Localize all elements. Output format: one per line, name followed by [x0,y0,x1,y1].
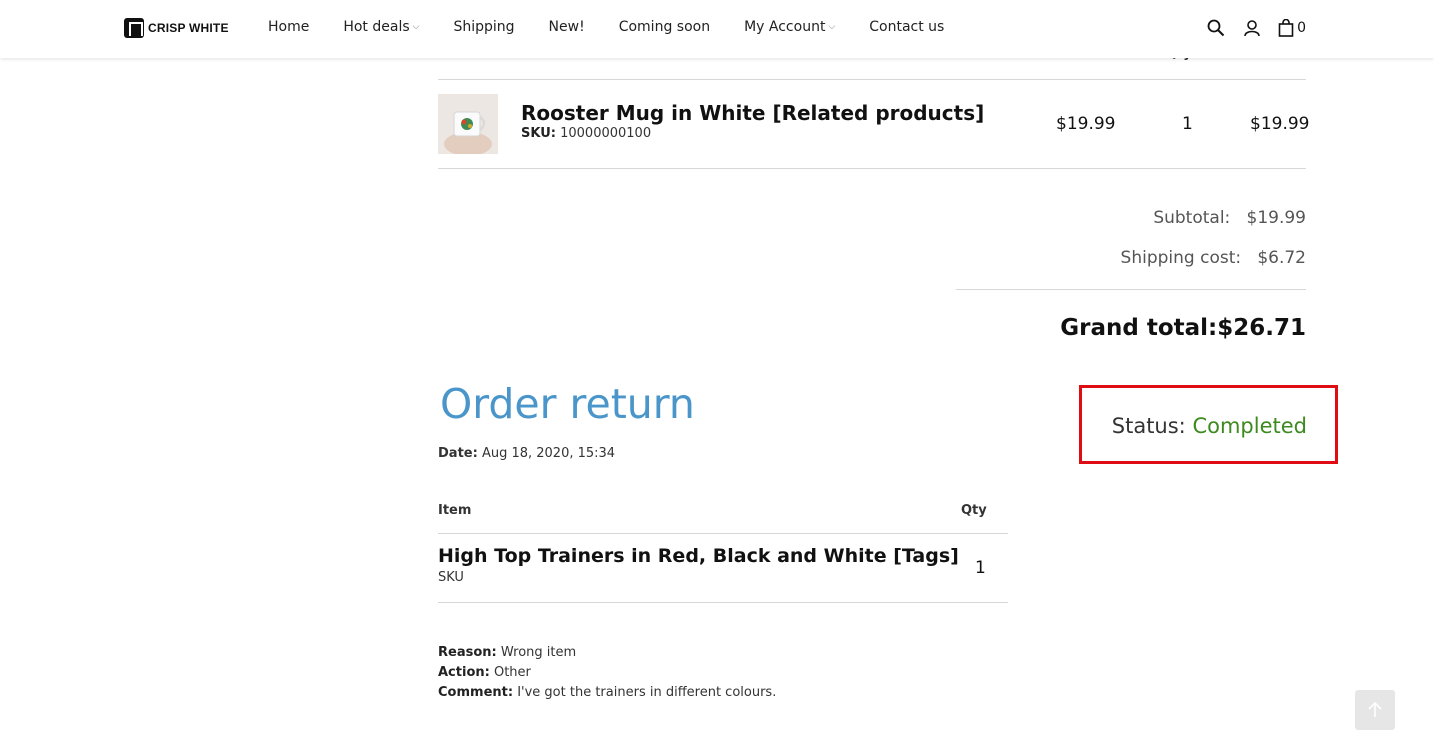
nav-my-account[interactable]: My Account ⌵ [744,19,835,35]
order-item-qty: 1 [1182,114,1193,134]
cart-button[interactable]: 0 [1278,18,1306,38]
user-icon[interactable] [1242,18,1262,38]
search-icon[interactable] [1206,18,1226,38]
sku-label: SKU: [521,126,556,141]
sku-value: 10000000100 [560,126,652,141]
header-actions: 0 [1206,18,1306,38]
nav-label: Hot deals [343,19,410,35]
return-reason: Reason: Wrong item [438,645,576,660]
action-label: Action: [438,665,490,680]
status-value: Completed [1192,414,1307,438]
order-item-sku: SKU: 10000000100 [521,126,651,141]
return-action: Action: Other [438,665,531,680]
return-col-qty: Qty [961,503,987,518]
product-thumbnail[interactable] [438,94,498,154]
grand-total-label: Grand total: [1060,315,1218,341]
order-item-total: $19.99 [1250,114,1310,134]
divider [438,168,1306,169]
order-item-name[interactable]: Rooster Mug in White [Related products] [521,101,984,125]
bag-icon [1278,19,1294,37]
nav-new[interactable]: New! [549,19,585,35]
date-value: Aug 18, 2020, 15:34 [481,446,616,461]
reason-value: Wrong item [500,645,577,660]
logo[interactable]: CRISP WHITE [124,18,229,38]
nav-label: Home [268,19,310,35]
nav-home[interactable]: Home [268,19,309,35]
status-label: Status: [1111,414,1186,438]
subtotal-value: $19.99 [1246,208,1306,228]
subtotal-label: Subtotal: [1153,208,1231,228]
reason-label: Reason: [438,645,497,660]
shipping-label: Shipping cost: [1120,248,1242,268]
status-highlight: Status: Completed [1079,385,1338,464]
shipping-value: $6.72 [1257,248,1306,268]
nav-coming-soon[interactable]: Coming soon [619,19,710,35]
logo-text: CRISP WHITE [148,21,229,35]
return-col-item: Item [438,503,472,518]
nav-shipping[interactable]: Shipping [453,19,514,35]
nav-label: Contact us [869,19,945,35]
scroll-to-top-button[interactable] [1355,690,1395,730]
chevron-down-icon: ⌵ [412,22,420,32]
logo-icon [124,18,144,38]
comment-label: Comment: [438,685,514,700]
nav-hot-deals[interactable]: Hot deals ⌵ [343,19,419,35]
date-label: Date: [438,446,478,461]
grand-total-value: $26.71 [1217,315,1306,341]
order-item-price: $19.99 [1056,114,1116,134]
return-status: Status: Completed [1112,414,1307,438]
return-comment: Comment: I've got the trainers in differ… [438,685,776,700]
nav-label: My Account [744,19,826,35]
subtotal-row: Subtotal: $19.99 [1153,208,1306,228]
divider [438,602,1008,603]
arrow-up-icon [1368,702,1382,717]
return-date: Date: Aug 18, 2020, 15:34 [438,446,615,461]
nav-contact-us[interactable]: Contact us [869,19,944,35]
shipping-row: Shipping cost: $6.72 [1121,248,1306,268]
section-title: Order return [440,380,695,428]
nav-label: Shipping [453,19,515,35]
nav-label: Coming soon [618,19,711,35]
return-item-qty: 1 [975,558,986,578]
site-header: CRISP WHITE Home Hot deals ⌵ Shipping New… [0,0,1434,58]
nav-label: New! [548,19,585,35]
return-item-sku: SKU [438,570,464,585]
return-item-name[interactable]: High Top Trainers in Red, Black and Whit… [438,545,959,567]
cart-count: 0 [1297,20,1306,36]
divider [438,533,1008,534]
divider [438,79,1306,80]
divider [956,289,1306,290]
chevron-down-icon: ⌵ [828,22,836,32]
main-nav: Home Hot deals ⌵ Shipping New! Coming soo… [268,19,978,35]
comment-value: I've got the trainers in different colou… [517,685,777,700]
grand-total: Grand total:$26.71 [1060,315,1306,341]
action-value: Other [493,665,531,680]
